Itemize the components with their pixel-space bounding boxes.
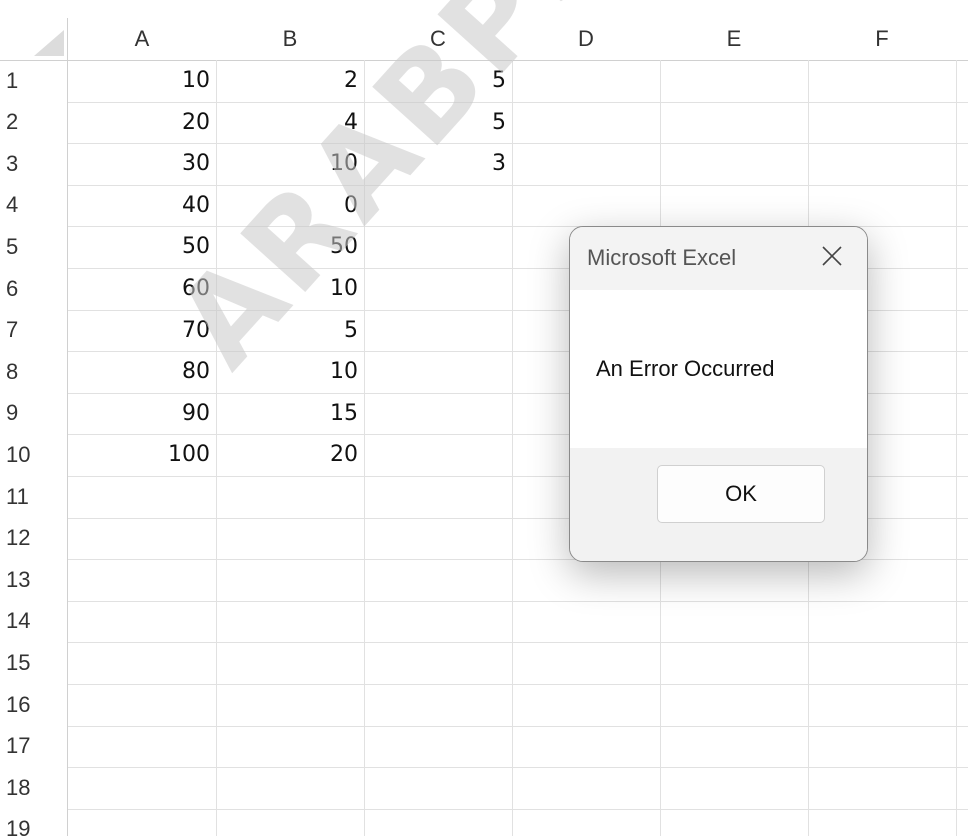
column-header-f[interactable]: F (808, 18, 956, 60)
cell-a8[interactable]: 80 (68, 351, 216, 392)
column-header-b[interactable]: B (216, 18, 364, 60)
cell-b7[interactable]: 5 (216, 310, 364, 351)
cell-b8[interactable]: 10 (216, 351, 364, 392)
close-icon[interactable] (819, 243, 845, 269)
column-header-e[interactable]: E (660, 18, 808, 60)
cell-a9[interactable]: 90 (68, 393, 216, 434)
dialog-title: Microsoft Excel (587, 245, 737, 270)
dialog-titlebar: Microsoft Excel (570, 227, 867, 290)
row-header-14[interactable]: 14 (0, 601, 68, 642)
cell-b10[interactable]: 20 (216, 434, 364, 475)
dialog-body: An Error Occurred (570, 290, 867, 448)
cell-c2[interactable]: 5 (364, 102, 512, 143)
dialog-footer: OK (570, 448, 867, 561)
cell-b2[interactable]: 4 (216, 102, 364, 143)
cell-c3[interactable]: 3 (364, 143, 512, 184)
row-header-8[interactable]: 8 (0, 351, 68, 392)
row-gridline (68, 808, 968, 810)
row-gridline (68, 767, 968, 769)
cell-a5[interactable]: 50 (68, 226, 216, 267)
row-header-19[interactable]: 19 (0, 809, 68, 836)
row-header-4[interactable]: 4 (0, 185, 68, 226)
row-header-6[interactable]: 6 (0, 268, 68, 309)
row-header-13[interactable]: 13 (0, 559, 68, 600)
cell-c1[interactable]: 5 (364, 60, 512, 101)
cell-a4[interactable]: 40 (68, 185, 216, 226)
column-gridline (956, 60, 957, 836)
row-header-9[interactable]: 9 (0, 393, 68, 434)
row-gridline (68, 684, 968, 685)
cell-b9[interactable]: 15 (216, 393, 364, 434)
row-header-10[interactable]: 10 (0, 434, 68, 475)
cell-a2[interactable]: 20 (68, 102, 216, 143)
cell-a1[interactable]: 10 (68, 60, 216, 101)
row-header-3[interactable]: 3 (0, 143, 68, 184)
column-header-a[interactable]: A (68, 18, 216, 60)
row-header-1[interactable]: 1 (0, 60, 68, 101)
cell-a3[interactable]: 30 (68, 143, 216, 184)
dialog-message: An Error Occurred (596, 356, 775, 381)
row-gridline (68, 600, 968, 602)
row-header-15[interactable]: 15 (0, 642, 68, 683)
row-gridline (68, 642, 968, 644)
row-header-16[interactable]: 16 (0, 684, 68, 725)
cell-b3[interactable]: 10 (216, 143, 364, 184)
row-header-2[interactable]: 2 (0, 102, 68, 143)
column-gridline (512, 60, 513, 836)
row-header-5[interactable]: 5 (0, 226, 68, 267)
row-header-17[interactable]: 17 (0, 726, 68, 767)
column-header-c[interactable]: C (364, 18, 512, 60)
cell-a6[interactable]: 60 (68, 268, 216, 309)
cell-b5[interactable]: 50 (216, 226, 364, 267)
message-box-dialog[interactable]: Microsoft Excel An Error Occurred OK (569, 226, 868, 562)
cell-b4[interactable]: 0 (216, 185, 364, 226)
select-all-corner[interactable] (0, 18, 68, 60)
cell-b6[interactable]: 10 (216, 268, 364, 309)
row-header-18[interactable]: 18 (0, 767, 68, 808)
row-header-12[interactable]: 12 (0, 518, 68, 559)
row-header-7[interactable]: 7 (0, 310, 68, 351)
row-gridline (68, 725, 968, 727)
cell-b1[interactable]: 2 (216, 60, 364, 101)
ok-button[interactable]: OK (657, 465, 825, 523)
cell-a10[interactable]: 100 (68, 434, 216, 475)
select-all-triangle-icon (34, 30, 64, 56)
cell-a7[interactable]: 70 (68, 310, 216, 351)
column-header-d[interactable]: D (512, 18, 660, 60)
row-header-11[interactable]: 11 (0, 476, 68, 517)
